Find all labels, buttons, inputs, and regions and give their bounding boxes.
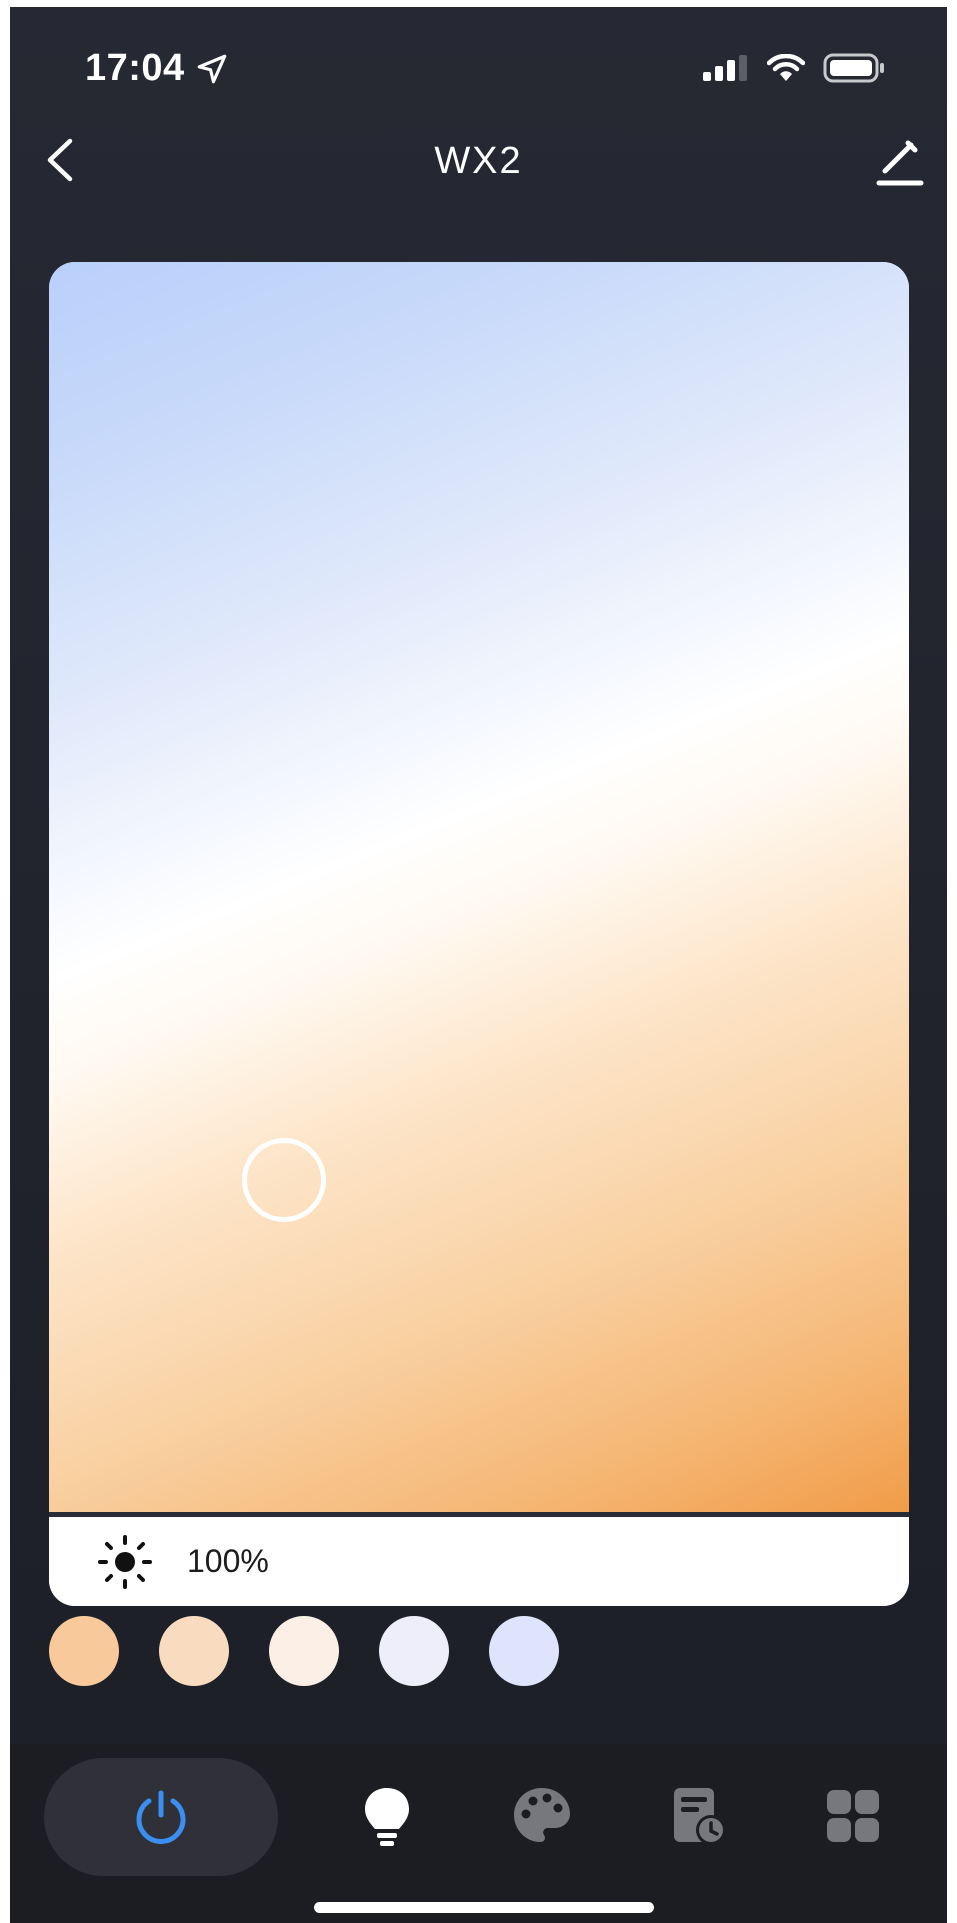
wifi-icon	[767, 54, 805, 81]
preset-swatch[interactable]	[269, 1616, 339, 1686]
battery-icon	[823, 53, 884, 83]
home-indicator[interactable]	[314, 1902, 654, 1913]
page-title: WX2	[434, 140, 523, 182]
grid-icon[interactable]	[821, 1784, 885, 1848]
color-temperature-area[interactable]	[49, 262, 909, 1512]
color-temperature-picker: 100%	[49, 262, 909, 1606]
schedule-icon[interactable]	[666, 1784, 730, 1848]
cellular-signal-icon	[703, 55, 747, 81]
pencil-icon[interactable]	[875, 135, 925, 187]
preset-swatch[interactable]	[159, 1616, 229, 1686]
status-icons	[703, 53, 885, 83]
lightbulb-icon[interactable]	[355, 1784, 419, 1848]
palette-icon[interactable]	[510, 1784, 574, 1848]
color-temperature-handle[interactable]	[242, 1138, 326, 1222]
brightness-value: 100%	[187, 1543, 269, 1579]
sun-icon	[98, 1534, 152, 1589]
bottom-nav	[10, 1744, 947, 1923]
location-arrow-icon	[197, 54, 227, 83]
preset-swatch[interactable]	[489, 1616, 559, 1686]
brightness-slider[interactable]: 100%	[49, 1517, 909, 1606]
preset-swatches	[49, 1616, 559, 1686]
screen: 17:04 WX2 100%	[10, 7, 947, 1923]
status-time: 17:04	[85, 47, 229, 90]
tab-power[interactable]	[44, 1758, 278, 1876]
status-time-label: 17:04	[85, 47, 185, 89]
preset-swatch[interactable]	[379, 1616, 449, 1686]
preset-swatch[interactable]	[49, 1616, 119, 1686]
power-icon	[136, 1790, 186, 1844]
